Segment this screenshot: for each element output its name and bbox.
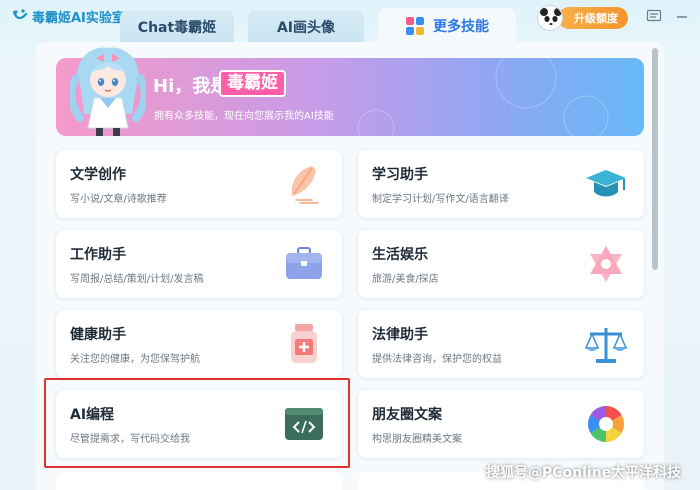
skill-desc: 关注您的健康，为您保驾护航 bbox=[70, 354, 200, 365]
skill-title: 生活娱乐 bbox=[372, 247, 428, 263]
briefcase-icon bbox=[286, 247, 322, 279]
skill-title: 文学创作 bbox=[70, 167, 126, 183]
graduation-cap-icon bbox=[586, 170, 626, 197]
panda-icon bbox=[540, 8, 562, 30]
skill-desc: 写小说/文章/诗歌推荐 bbox=[70, 194, 167, 205]
tab-ai-avatar[interactable]: AI画头像 bbox=[248, 10, 364, 44]
banner-name-badge: 毒霸姬 bbox=[219, 70, 286, 97]
tab-label: AI画头像 bbox=[276, 20, 336, 36]
skill-desc: 旅游/美食/探店 bbox=[372, 274, 439, 285]
medicine-bottle-icon bbox=[291, 324, 317, 363]
skill-card-study[interactable]: 学习助手 制定学习计划/写作文/语言翻译 bbox=[358, 150, 644, 218]
upgrade-button[interactable]: 升级额度 bbox=[558, 7, 628, 29]
skill-desc: 写周报/总结/策划/计划/发言稿 bbox=[70, 274, 204, 285]
skill-desc: 制定学习计划/写作文/语言翻译 bbox=[372, 194, 509, 205]
star-of-david-icon bbox=[590, 246, 622, 282]
tab-label: 更多技能 bbox=[433, 19, 489, 35]
watermark: 搜狐号@PConline太平洋科技 bbox=[486, 465, 682, 481]
grid-icon bbox=[406, 17, 424, 35]
skill-title: 朋友圈文案 bbox=[372, 407, 442, 423]
quill-icon bbox=[291, 166, 319, 204]
scales-icon bbox=[584, 328, 628, 363]
mascot-character bbox=[70, 47, 146, 136]
skill-card-partial[interactable] bbox=[56, 472, 342, 490]
skill-title: 健康助手 bbox=[70, 327, 126, 343]
skill-desc: 构思朋友圈精美文案 bbox=[372, 434, 462, 445]
skill-title: 工作助手 bbox=[70, 247, 126, 263]
title-bar: 毒霸姬AI实验室 Chat毒霸姬 AI画头像 更多技能 升级额度 bbox=[0, 0, 700, 44]
skill-title: 法律助手 bbox=[372, 327, 428, 343]
skill-card-work[interactable]: 工作助手 写周报/总结/策划/计划/发言稿 bbox=[56, 230, 342, 298]
skill-title: 学习助手 bbox=[372, 167, 428, 183]
tab-more-skills[interactable]: 更多技能 bbox=[378, 8, 516, 44]
avatar[interactable] bbox=[537, 5, 563, 31]
highlight-frame bbox=[44, 378, 350, 468]
app-title: 毒霸姬AI实验室 bbox=[32, 11, 125, 26]
upgrade-label: 升级额度 bbox=[574, 12, 618, 25]
skill-card-moments[interactable]: 朋友圈文案 构思朋友圈精美文案 bbox=[358, 390, 644, 458]
message-icon[interactable] bbox=[646, 8, 662, 24]
tab-chat[interactable]: Chat毒霸姬 bbox=[120, 10, 234, 44]
tab-label: Chat毒霸姬 bbox=[137, 20, 217, 36]
app-logo-icon bbox=[12, 9, 28, 20]
skill-card-life[interactable]: 生活娱乐 旅游/美食/探店 bbox=[358, 230, 644, 298]
skill-card-health[interactable]: 健康助手 关注您的健康，为您保驾护航 bbox=[56, 310, 342, 378]
banner-greeting: Hi，我是 bbox=[153, 76, 229, 97]
minimize-icon[interactable] bbox=[674, 8, 690, 24]
banner-subtitle: 拥有众多技能，现在向您展示我的AI技能 bbox=[154, 111, 334, 122]
skill-card-literary[interactable]: 文学创作 写小说/文章/诗歌推荐 bbox=[56, 150, 342, 218]
scrollbar-thumb[interactable] bbox=[652, 48, 658, 270]
skill-desc: 提供法律咨询，保护您的权益 bbox=[372, 354, 502, 365]
skill-card-law[interactable]: 法律助手 提供法律咨询，保护您的权益 bbox=[358, 310, 644, 378]
aperture-icon bbox=[587, 406, 625, 442]
